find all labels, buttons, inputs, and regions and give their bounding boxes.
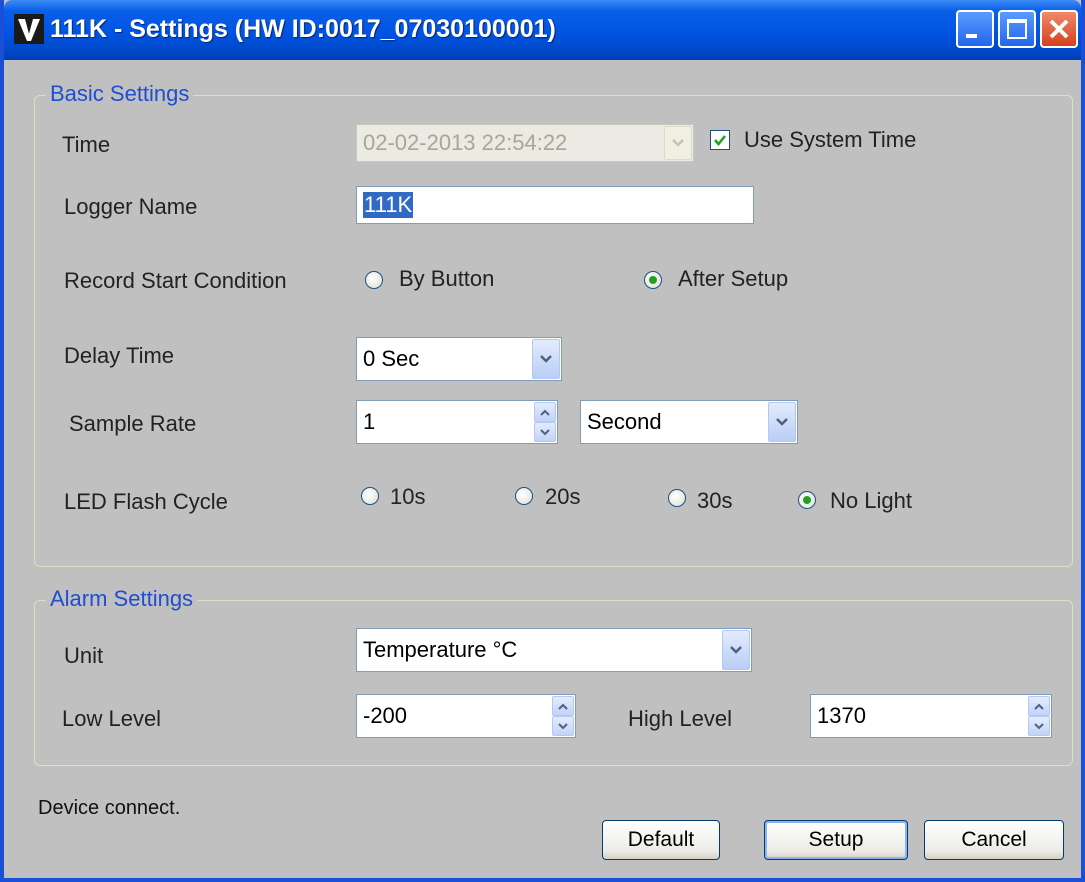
record-after-setup-radio[interactable] (644, 271, 662, 289)
chevron-up-icon (558, 703, 568, 710)
high-level-label: High Level (628, 706, 732, 731)
chevron-down-icon (540, 428, 550, 435)
spin-down-button[interactable] (534, 422, 556, 442)
logger-name-label: Logger Name (64, 194, 198, 219)
delay-time-dropdown-button[interactable] (532, 339, 560, 379)
chevron-down-icon (1034, 722, 1044, 729)
delay-time-value: 0 Sec (363, 346, 420, 371)
unit-label: Unit (64, 643, 104, 668)
led-30s-label: 30s (697, 488, 733, 513)
spin-down-button[interactable] (552, 716, 574, 736)
alarm-settings-title: Alarm Settings (46, 586, 198, 612)
close-button[interactable] (1040, 10, 1078, 48)
low-level-input[interactable]: -200 (356, 694, 576, 738)
sample-rate-unit-select[interactable]: Second (580, 400, 798, 444)
delay-time-label: Delay Time (64, 343, 175, 368)
logger-name-value: 111K (363, 192, 414, 218)
record-after-setup-label: After Setup (678, 266, 789, 291)
unit-select[interactable]: Temperature °C (356, 628, 752, 672)
high-level-input[interactable]: 1370 (810, 694, 1052, 738)
alarm-settings-group (34, 600, 1073, 766)
settings-window: 111K - Settings (HW ID:0017_07030100001)… (0, 0, 1085, 882)
unit-dropdown-button[interactable] (722, 630, 750, 670)
minimize-icon (966, 34, 977, 38)
chevron-down-icon (730, 646, 742, 654)
window-title: 111K - Settings (HW ID:0017_07030100001) (50, 15, 556, 43)
low-level-label: Low Level (62, 706, 162, 731)
low-level-value: -200 (363, 703, 408, 728)
sample-rate-value: 1 (363, 409, 376, 434)
basic-settings-title: Basic Settings (46, 81, 194, 107)
led-no-light-radio[interactable] (798, 491, 816, 509)
sample-rate-unit-dropdown-button[interactable] (768, 402, 796, 442)
app-logo-icon (14, 14, 44, 44)
use-system-time-label: Use System Time (744, 127, 917, 152)
sample-rate-spinner[interactable] (534, 402, 556, 442)
chevron-up-icon (1034, 703, 1044, 710)
chevron-down-icon (558, 722, 568, 729)
led-10s-radio[interactable] (361, 487, 379, 505)
led-10s-label: 10s (390, 484, 426, 509)
unit-value: Temperature °C (363, 637, 518, 662)
time-label: Time (62, 132, 111, 157)
time-dropdown-button (664, 126, 692, 160)
logger-name-input[interactable]: 111K (356, 186, 754, 224)
spin-up-button[interactable] (534, 402, 556, 422)
spin-up-button[interactable] (552, 696, 574, 716)
sample-rate-input[interactable]: 1 (356, 400, 558, 444)
record-start-label: Record Start Condition (64, 268, 287, 293)
setup-button[interactable]: Setup (764, 820, 908, 860)
led-30s-radio[interactable] (668, 489, 686, 507)
default-button[interactable]: Default (602, 820, 720, 860)
sample-rate-unit-value: Second (587, 409, 662, 434)
record-by-button-label: By Button (399, 266, 495, 291)
use-system-time-checkbox[interactable] (710, 130, 730, 150)
led-no-light-label: No Light (830, 488, 912, 513)
low-level-spinner[interactable] (552, 696, 574, 736)
minimize-button[interactable] (956, 10, 994, 48)
spin-up-button[interactable] (1028, 696, 1050, 716)
high-level-spinner[interactable] (1028, 696, 1050, 736)
high-level-value: 1370 (817, 703, 866, 728)
status-text: Device connect. (38, 797, 181, 819)
title-bar[interactable]: 111K - Settings (HW ID:0017_07030100001) (4, 0, 1081, 60)
chevron-down-icon (672, 139, 684, 147)
led-flash-label: LED Flash Cycle (64, 489, 228, 514)
cancel-button[interactable]: Cancel (924, 820, 1064, 860)
chevron-down-icon (776, 418, 788, 426)
chevron-up-icon (540, 409, 550, 416)
record-by-button-radio[interactable] (365, 271, 383, 289)
time-picker: 02-02-2013 22:54:22 (356, 124, 694, 162)
spin-down-button[interactable] (1028, 716, 1050, 736)
close-icon (1049, 19, 1069, 39)
delay-time-select[interactable]: 0 Sec (356, 337, 562, 381)
time-value: 02-02-2013 22:54:22 (363, 130, 568, 155)
chevron-down-icon (540, 355, 552, 363)
led-20s-label: 20s (545, 484, 581, 509)
sample-rate-label: Sample Rate (69, 411, 197, 436)
led-20s-radio[interactable] (515, 487, 533, 505)
checkmark-icon (714, 135, 726, 146)
maximize-button[interactable] (998, 10, 1036, 48)
maximize-icon (1007, 19, 1027, 39)
